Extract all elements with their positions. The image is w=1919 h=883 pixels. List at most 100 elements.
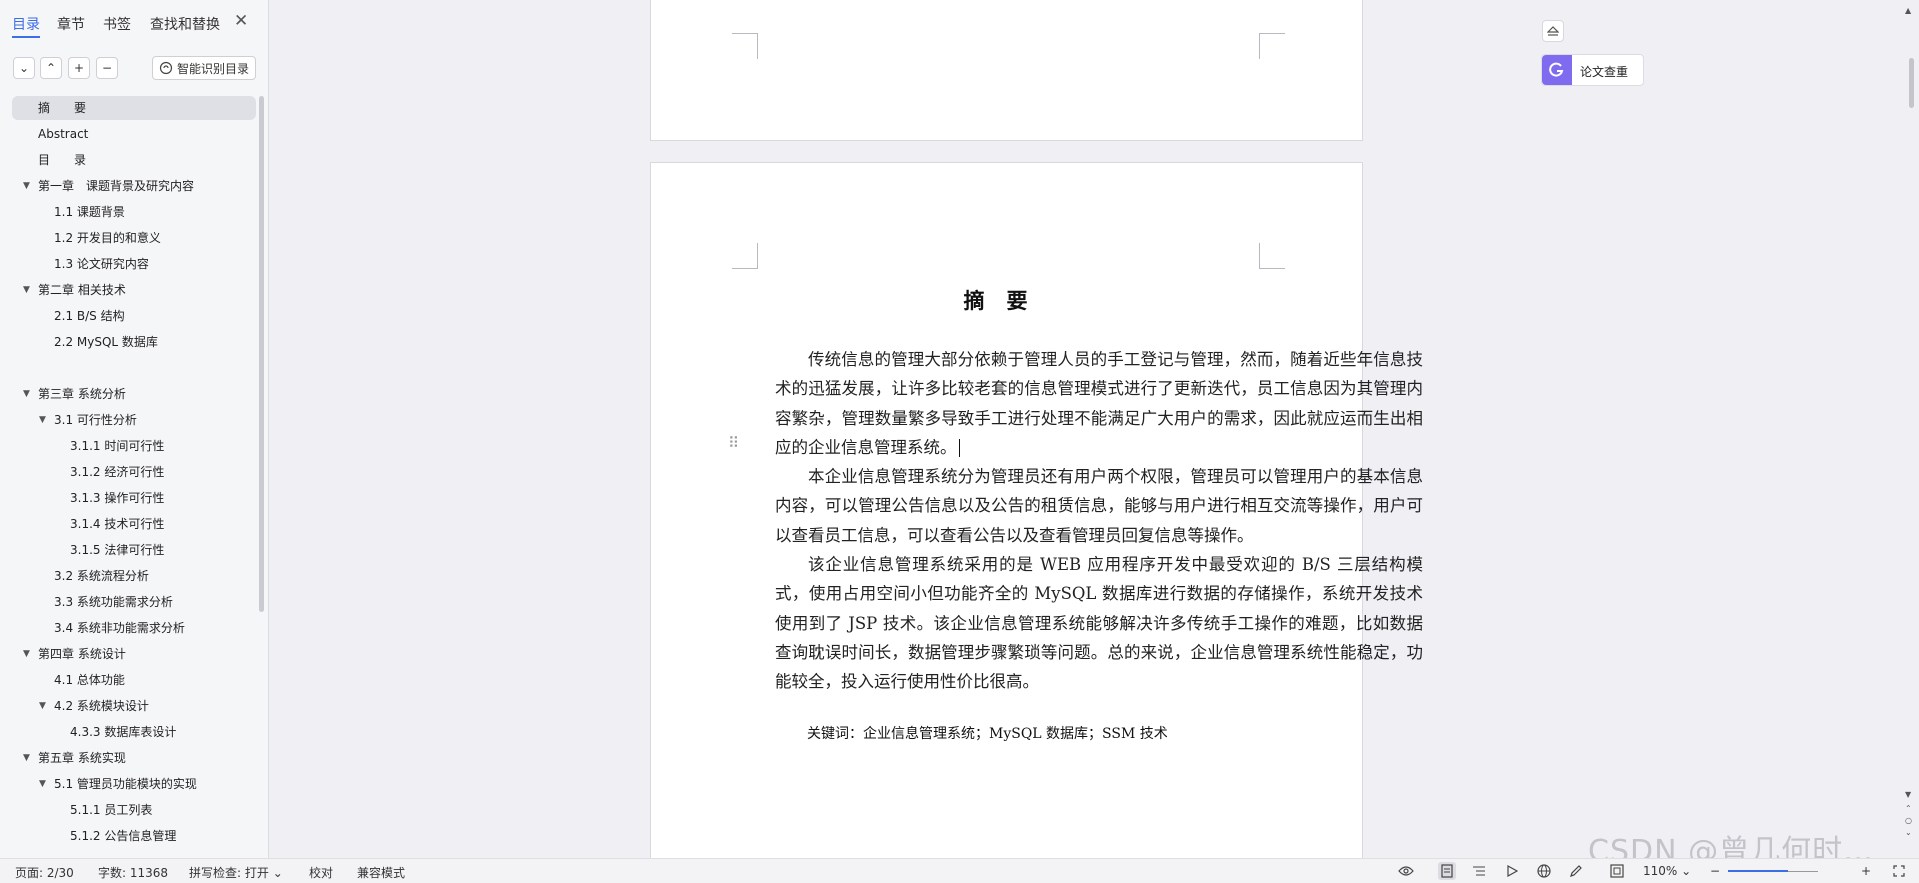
toc-item[interactable]: 4.1 总体功能 <box>54 668 125 692</box>
plagiarism-check-button[interactable]: 论文查重 <box>1541 54 1644 86</box>
toc-item-label: 5.1 管理员功能模块的实现 <box>54 777 197 791</box>
plagiarism-label: 论文查重 <box>1580 65 1629 79</box>
proofread-button[interactable]: 校对 <box>309 864 333 881</box>
zoom-level[interactable]: 110% ⌄ <box>1643 864 1691 878</box>
toc-item-label: 1.3 论文研究内容 <box>54 257 149 271</box>
expand-down-button[interactable]: ⌄ <box>13 57 35 79</box>
scroll-up-icon[interactable]: ▲ <box>1905 6 1911 15</box>
collapse-up-button[interactable]: ⌃ <box>40 57 62 79</box>
next-page-icon[interactable]: ⌄ <box>1905 828 1912 837</box>
toc-item[interactable]: ▼ 3.1 可行性分析 <box>39 408 137 432</box>
toc-item[interactable]: ▼ 5.1 管理员功能模块的实现 <box>39 772 197 796</box>
toc-item-label: 2.2 MySQL 数据库 <box>54 335 158 349</box>
abstract-paragraph[interactable]: 本企业信息管理系统分为管理员还有用户两个权限，管理员可以管理用户的基本信息内容，… <box>775 462 1423 550</box>
sidebar-scrollbar[interactable] <box>259 96 264 612</box>
page-jump-icon[interactable]: ○ <box>1905 816 1912 825</box>
toc-item[interactable]: 4.3.3 数据库表设计 <box>70 720 176 744</box>
toc-item[interactable]: ▼ 第二章 相关技术 <box>23 278 126 302</box>
toc-item[interactable]: 5.1.1 员工列表 <box>70 798 152 822</box>
toc-item-label: 第三章 系统分析 <box>38 387 126 401</box>
fullscreen-icon[interactable] <box>1890 862 1908 880</box>
toc-item-label: 3.1.3 操作可行性 <box>70 491 165 505</box>
margin-corner <box>732 243 758 269</box>
expand-caret-icon[interactable]: ▼ <box>23 642 30 666</box>
toc-item[interactable]: 3.4 系统非功能需求分析 <box>54 616 185 640</box>
chevron-down-icon: ⌄ <box>18 61 30 75</box>
toc-item[interactable]: ▼ 4.2 系统模块设计 <box>39 694 149 718</box>
fit-page-icon[interactable] <box>1608 862 1626 880</box>
toc-item-label: 3.2 系统流程分析 <box>54 569 149 583</box>
toc-item[interactable]: 摘 要 <box>12 96 256 120</box>
toc-item[interactable]: ▼ 第五章 系统实现 <box>23 746 126 770</box>
expand-caret-icon[interactable]: ▼ <box>23 382 30 406</box>
toc-item[interactable]: ▼ 第四章 系统设计 <box>23 642 126 666</box>
close-icon[interactable]: ✕ <box>234 11 248 31</box>
prev-page-icon[interactable]: ⌃ <box>1905 804 1912 813</box>
toc-item[interactable]: 3.1.5 法律可行性 <box>70 538 164 562</box>
toc-item[interactable]: 1.3 论文研究内容 <box>54 252 149 276</box>
tab-find-replace[interactable]: 查找和替换 <box>150 14 220 34</box>
toc-item[interactable]: 3.1.2 经济可行性 <box>70 460 164 484</box>
toc-item-label: 第一章 课题背景及研究内容 <box>38 179 195 193</box>
abstract-paragraph[interactable]: 传统信息的管理大部分依赖于管理人员的手工登记与管理，然而，随着近些年信息技术的迅… <box>775 345 1423 462</box>
minus-icon: − <box>101 61 113 75</box>
word-count[interactable]: 字数: 11368 <box>98 864 168 881</box>
toc-item[interactable]: 目 录 <box>38 148 86 172</box>
play-icon[interactable] <box>1503 862 1521 880</box>
keywords-line[interactable]: 关键词：企业信息管理系统；MySQL 数据库；SSM 技术 <box>807 723 1168 743</box>
toc-item-label: 1.2 开发目的和意义 <box>54 231 161 245</box>
toc-item[interactable]: 2.1 B/S 结构 <box>54 304 125 328</box>
remove-heading-button[interactable]: − <box>96 57 118 79</box>
add-heading-button[interactable]: + <box>68 57 90 79</box>
page-indicator[interactable]: 页面: 2/30 <box>15 864 74 881</box>
scroll-down-icon[interactable]: ▼ <box>1905 790 1911 799</box>
expand-caret-icon[interactable]: ▼ <box>23 278 30 302</box>
expand-caret-icon[interactable]: ▼ <box>39 772 46 796</box>
toc-item[interactable]: 3.1.4 技术可行性 <box>70 512 164 536</box>
toc-item-label: 4.2 系统模块设计 <box>54 699 149 713</box>
zoom-out-icon[interactable]: − <box>1710 864 1720 878</box>
margin-corner <box>732 33 758 59</box>
toc-item-label: 3.1 可行性分析 <box>54 413 137 427</box>
zoom-in-icon[interactable]: + <box>1861 864 1871 878</box>
pen-icon[interactable] <box>1567 862 1585 880</box>
smart-toc-button[interactable]: 智能识别目录 <box>152 56 256 80</box>
expand-caret-icon[interactable]: ▼ <box>39 694 46 718</box>
expand-caret-icon[interactable]: ▼ <box>23 174 30 198</box>
margin-corner <box>1259 243 1285 269</box>
toc-item[interactable]: 1.1 课题背景 <box>54 200 125 224</box>
collapse-panel-button[interactable] <box>1542 20 1564 42</box>
toc-item[interactable]: 3.3 系统功能需求分析 <box>54 590 173 614</box>
globe-icon[interactable] <box>1535 862 1553 880</box>
toc-item[interactable]: 3.1.3 操作可行性 <box>70 486 164 510</box>
toc-item-label: 3.1.1 时间可行性 <box>70 439 165 453</box>
spellcheck-toggle[interactable]: 拼写检查: 打开 ⌄ <box>189 864 283 881</box>
toc-sidebar: 目录 章节 书签 查找和替换 ✕ ⌄ ⌃ + − 智能识别目录 摘 要 Abstr… <box>0 0 269 858</box>
sidebar-tabs: 目录 章节 书签 查找和替换 ✕ <box>0 0 269 46</box>
toc-item-label: 3.1.2 经济可行性 <box>70 465 165 479</box>
expand-caret-icon[interactable]: ▼ <box>39 408 46 432</box>
toc-item[interactable]: 2.2 MySQL 数据库 <box>54 330 158 354</box>
tab-chapters[interactable]: 章节 <box>57 14 85 34</box>
toc-item[interactable]: ▼ 第一章 课题背景及研究内容 <box>23 174 195 198</box>
page-view-icon[interactable] <box>1438 862 1456 880</box>
toc-item[interactable]: 3.2 系统流程分析 <box>54 564 149 588</box>
chevron-down-icon: ⌄ <box>1681 864 1692 878</box>
compat-mode-label: 兼容模式 <box>357 866 406 880</box>
document-scrollbar[interactable] <box>1909 58 1914 108</box>
tab-toc[interactable]: 目录 <box>12 14 40 34</box>
toc-item[interactable]: 3.1.1 时间可行性 <box>70 434 164 458</box>
toc-item[interactable]: Abstract <box>38 122 88 146</box>
toc-item[interactable]: 1.2 开发目的和意义 <box>54 226 161 250</box>
outline-view-icon[interactable] <box>1470 862 1488 880</box>
status-bar: 页面: 2/30 字数: 11368 拼写检查: 打开 ⌄ 校对 兼容模式 11… <box>0 858 1919 883</box>
tab-bookmarks[interactable]: 书签 <box>103 14 131 34</box>
toc-item[interactable]: 5.1.2 公告信息管理 <box>70 824 176 848</box>
zoom-slider-fill <box>1728 870 1788 872</box>
eye-icon[interactable] <box>1397 862 1415 880</box>
drag-handle-icon[interactable]: ⠿ <box>728 434 739 452</box>
abstract-paragraph[interactable]: 该企业信息管理系统采用的是 WEB 应用程序开发中最受欢迎的 B/S 三层结构模… <box>775 550 1423 696</box>
toc-item[interactable]: ▼ 第三章 系统分析 <box>23 382 126 406</box>
expand-caret-icon[interactable]: ▼ <box>23 746 30 770</box>
chevron-down-icon: ⌄ <box>272 866 283 880</box>
